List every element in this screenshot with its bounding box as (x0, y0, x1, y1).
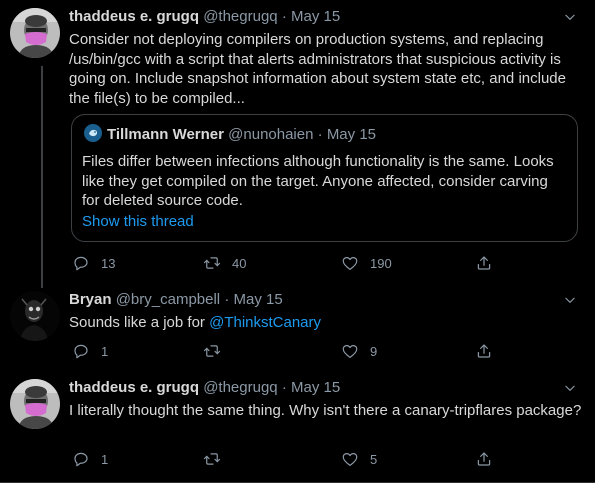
display-name: Tillmann Werner (107, 126, 224, 143)
tweet-text: Consider not deploying compilers on prod… (69, 31, 566, 107)
tweet-text-prefix: Sounds like a job for (69, 314, 210, 331)
tweet[interactable]: thaddeus e. grugq @thegrugq · May 15 Con… (0, 0, 595, 288)
reply-count: 13 (101, 255, 116, 271)
timestamp[interactable]: May 15 (291, 8, 340, 25)
timestamp[interactable]: May 15 (233, 291, 282, 308)
thread-line (41, 66, 43, 288)
handle[interactable]: @thegrugq (203, 379, 277, 396)
avatar[interactable] (10, 379, 60, 429)
share-icon (475, 254, 493, 272)
timestamp: May 15 (326, 126, 377, 143)
reply-button[interactable]: 1 (72, 449, 108, 469)
heart-icon (341, 254, 359, 272)
handle: @nunohaien (228, 126, 314, 143)
share-icon (475, 342, 493, 360)
chevron-down-icon[interactable] (563, 381, 577, 395)
separator: · (224, 291, 230, 308)
separator: · (281, 8, 287, 25)
retweet-button[interactable] (203, 341, 232, 361)
reply-button[interactable]: 13 (72, 253, 115, 273)
display-name[interactable]: thaddeus e. grugq (69, 8, 199, 25)
retweet-button[interactable]: 40 (203, 253, 246, 273)
tweet-actions: 1 9 (72, 341, 572, 361)
tweet-header: Bryan @bry_campbell · May 15 (69, 289, 583, 311)
reply-icon (72, 254, 90, 272)
avatar (84, 124, 102, 142)
tweet-actions: 13 40 190 (72, 253, 572, 273)
retweet-icon (203, 254, 221, 272)
separator: · (317, 126, 323, 143)
quoted-tweet[interactable]: Tillmann Werner @nunohaien · May 15 File… (71, 114, 578, 242)
tweet-text: I literally thought the same thing. Why … (69, 402, 582, 419)
tweet[interactable]: Bryan @bry_campbell · May 15 Sounds like… (0, 283, 595, 367)
quoted-tweet-text: Files differ between infections although… (82, 153, 554, 210)
share-icon (475, 450, 493, 468)
reply-icon (72, 342, 90, 360)
retweet-count: 40 (232, 255, 247, 271)
tweet-header: thaddeus e. grugq @thegrugq · May 15 (69, 6, 583, 28)
like-count: 190 (370, 255, 392, 271)
like-button[interactable]: 9 (341, 341, 377, 361)
avatar[interactable] (10, 8, 60, 58)
like-count: 5 (370, 451, 378, 467)
like-count: 9 (370, 343, 378, 359)
reply-icon (72, 450, 90, 468)
retweet-button[interactable] (203, 449, 232, 469)
share-button[interactable] (475, 449, 493, 469)
heart-icon (341, 342, 359, 360)
tweet[interactable]: thaddeus e. grugq @thegrugq · May 15 I l… (0, 367, 595, 483)
display-name[interactable]: thaddeus e. grugq (69, 379, 199, 396)
tweet-header: thaddeus e. grugq @thegrugq · May 15 (69, 377, 583, 399)
display-name[interactable]: Bryan (69, 291, 112, 308)
timestamp[interactable]: May 15 (291, 379, 340, 396)
reply-button[interactable]: 1 (72, 341, 108, 361)
share-button[interactable] (475, 341, 493, 361)
show-thread-link[interactable]: Show this thread (82, 212, 194, 232)
retweet-icon (203, 342, 221, 360)
heart-icon (341, 450, 359, 468)
share-button[interactable] (475, 253, 493, 273)
reply-count: 1 (101, 451, 109, 467)
avatar[interactable] (10, 291, 60, 341)
reply-count: 1 (101, 343, 109, 359)
chevron-down-icon[interactable] (563, 293, 577, 307)
handle[interactable]: @thegrugq (203, 8, 277, 25)
like-button[interactable]: 190 (341, 253, 392, 273)
separator: · (281, 379, 287, 396)
like-button[interactable]: 5 (341, 449, 377, 469)
retweet-icon (203, 450, 221, 468)
mention-link[interactable]: @ThinkstCanary (209, 314, 321, 331)
tweet-actions: 1 5 (72, 449, 572, 469)
chevron-down-icon[interactable] (563, 10, 577, 24)
handle[interactable]: @bry_campbell (116, 291, 220, 308)
tweet-text: Sounds like a job for @ThinkstCanary (69, 313, 583, 333)
quoted-tweet-header: Tillmann Werner @nunohaien · May 15 (84, 124, 376, 144)
